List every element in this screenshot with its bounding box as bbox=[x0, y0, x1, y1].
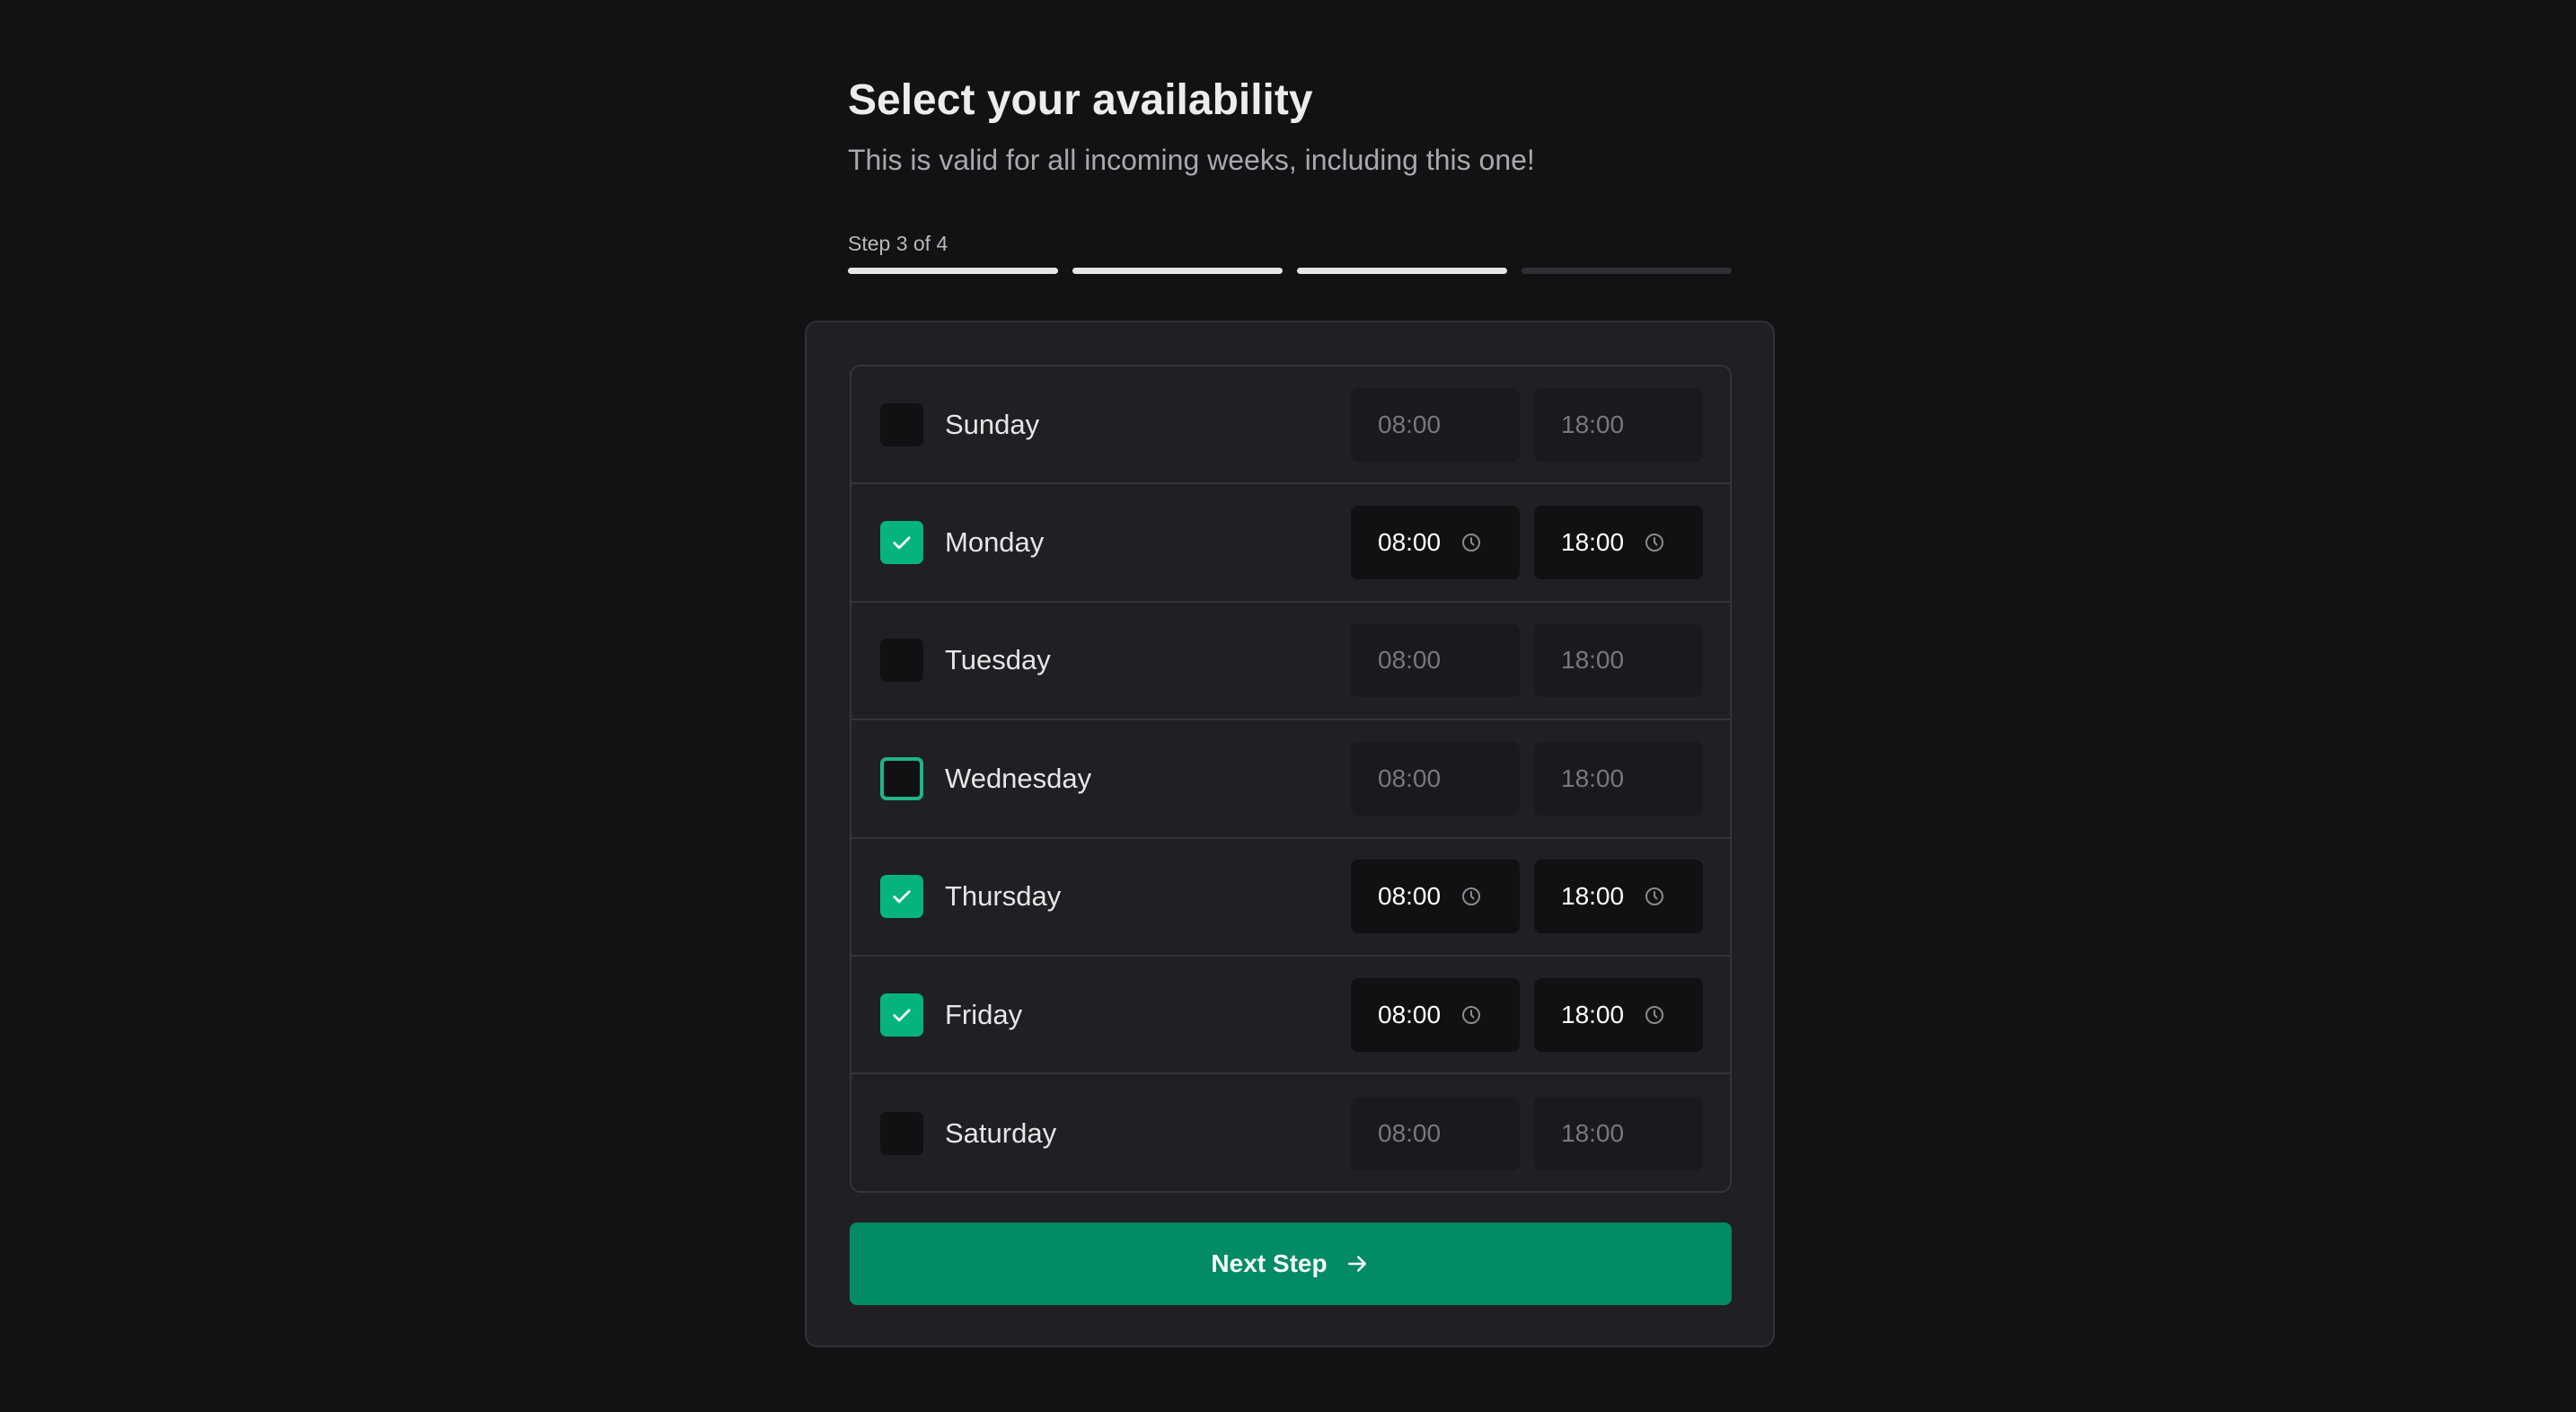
day-label: Tuesday bbox=[945, 644, 1051, 676]
end-time-input[interactable]: 18:00 bbox=[1534, 623, 1703, 698]
progress-segment bbox=[1072, 268, 1283, 274]
step-label: Step 3 of 4 bbox=[848, 232, 948, 255]
page-subtitle: This is valid for all incoming weeks, in… bbox=[848, 144, 1535, 176]
end-time-value: 18:00 bbox=[1561, 763, 1625, 792]
day-row: Monday 08:00 18:00 bbox=[851, 484, 1730, 603]
day-label: Friday bbox=[945, 998, 1023, 1030]
day-row: Saturday 08:00 18:00 bbox=[851, 1074, 1730, 1191]
start-time-input[interactable]: 08:00 bbox=[1351, 387, 1520, 462]
start-time-value: 08:00 bbox=[1378, 1119, 1442, 1148]
day-checkbox[interactable] bbox=[880, 756, 923, 800]
next-step-label: Next Step bbox=[1211, 1249, 1328, 1277]
progress-segment bbox=[1522, 268, 1732, 274]
end-time-value: 18:00 bbox=[1561, 1119, 1625, 1148]
start-time-value: 08:00 bbox=[1378, 646, 1442, 675]
end-time-input[interactable]: 18:00 bbox=[1534, 741, 1703, 816]
start-time-value: 08:00 bbox=[1378, 1000, 1442, 1028]
progress-segment bbox=[848, 268, 1058, 274]
day-row: Friday 08:00 18:00 bbox=[851, 957, 1730, 1075]
day-label: Monday bbox=[945, 526, 1045, 559]
end-time-input[interactable]: 18:00 bbox=[1534, 1097, 1703, 1171]
clock-icon bbox=[1645, 534, 1664, 552]
arrow-right-icon bbox=[1347, 1256, 1366, 1272]
step-progress bbox=[848, 268, 1732, 274]
start-time-input[interactable]: 08:00 bbox=[1351, 1097, 1520, 1171]
day-checkbox[interactable] bbox=[880, 993, 923, 1037]
start-time-input[interactable]: 08:00 bbox=[1351, 623, 1520, 698]
clock-icon bbox=[1645, 887, 1664, 906]
check-icon bbox=[893, 1008, 911, 1021]
day-row: Sunday 08:00 18:00 bbox=[851, 366, 1730, 485]
day-label: Thursday bbox=[945, 880, 1062, 913]
end-time-value: 18:00 bbox=[1561, 882, 1625, 911]
availability-card: Sunday 08:00 18:00 Monday 08:00 18:00 Tu… bbox=[805, 321, 1775, 1347]
day-row: Tuesday 08:00 18:00 bbox=[851, 603, 1730, 721]
start-time-value: 08:00 bbox=[1378, 763, 1442, 792]
start-time-input[interactable]: 08:00 bbox=[1351, 506, 1520, 580]
clock-icon bbox=[1462, 887, 1481, 906]
clock-icon bbox=[1645, 1005, 1664, 1024]
day-row: Thursday 08:00 18:00 bbox=[851, 839, 1730, 957]
day-label: Wednesday bbox=[945, 762, 1092, 794]
clock-icon bbox=[1462, 534, 1481, 552]
end-time-input[interactable]: 18:00 bbox=[1534, 506, 1703, 580]
day-label: Sunday bbox=[945, 408, 1040, 440]
day-checkbox[interactable] bbox=[880, 875, 923, 919]
start-time-input[interactable]: 08:00 bbox=[1351, 741, 1520, 816]
day-checkbox[interactable] bbox=[880, 1112, 923, 1156]
page-title: Select your availability bbox=[848, 76, 1313, 124]
day-label: Saturday bbox=[945, 1117, 1057, 1150]
day-checkbox[interactable] bbox=[880, 639, 923, 683]
day-checkbox[interactable] bbox=[880, 521, 923, 565]
end-time-value: 18:00 bbox=[1561, 410, 1625, 438]
day-checkbox[interactable] bbox=[880, 402, 923, 446]
day-row: Wednesday 08:00 18:00 bbox=[851, 720, 1730, 839]
start-time-value: 08:00 bbox=[1378, 882, 1442, 911]
clock-icon bbox=[1462, 1005, 1481, 1024]
end-time-input[interactable]: 18:00 bbox=[1534, 387, 1703, 462]
start-time-value: 08:00 bbox=[1378, 410, 1442, 438]
end-time-input[interactable]: 18:00 bbox=[1534, 977, 1703, 1052]
start-time-value: 08:00 bbox=[1378, 528, 1442, 557]
start-time-input[interactable]: 08:00 bbox=[1351, 860, 1520, 934]
end-time-value: 18:00 bbox=[1561, 528, 1625, 557]
check-icon bbox=[893, 890, 911, 904]
day-list: Sunday 08:00 18:00 Monday 08:00 18:00 Tu… bbox=[850, 365, 1732, 1193]
start-time-input[interactable]: 08:00 bbox=[1351, 977, 1520, 1052]
check-icon bbox=[893, 536, 911, 550]
next-step-button[interactable]: Next Step bbox=[850, 1222, 1732, 1305]
end-time-value: 18:00 bbox=[1561, 1000, 1625, 1028]
progress-segment bbox=[1297, 268, 1507, 274]
end-time-value: 18:00 bbox=[1561, 646, 1625, 675]
end-time-input[interactable]: 18:00 bbox=[1534, 860, 1703, 934]
